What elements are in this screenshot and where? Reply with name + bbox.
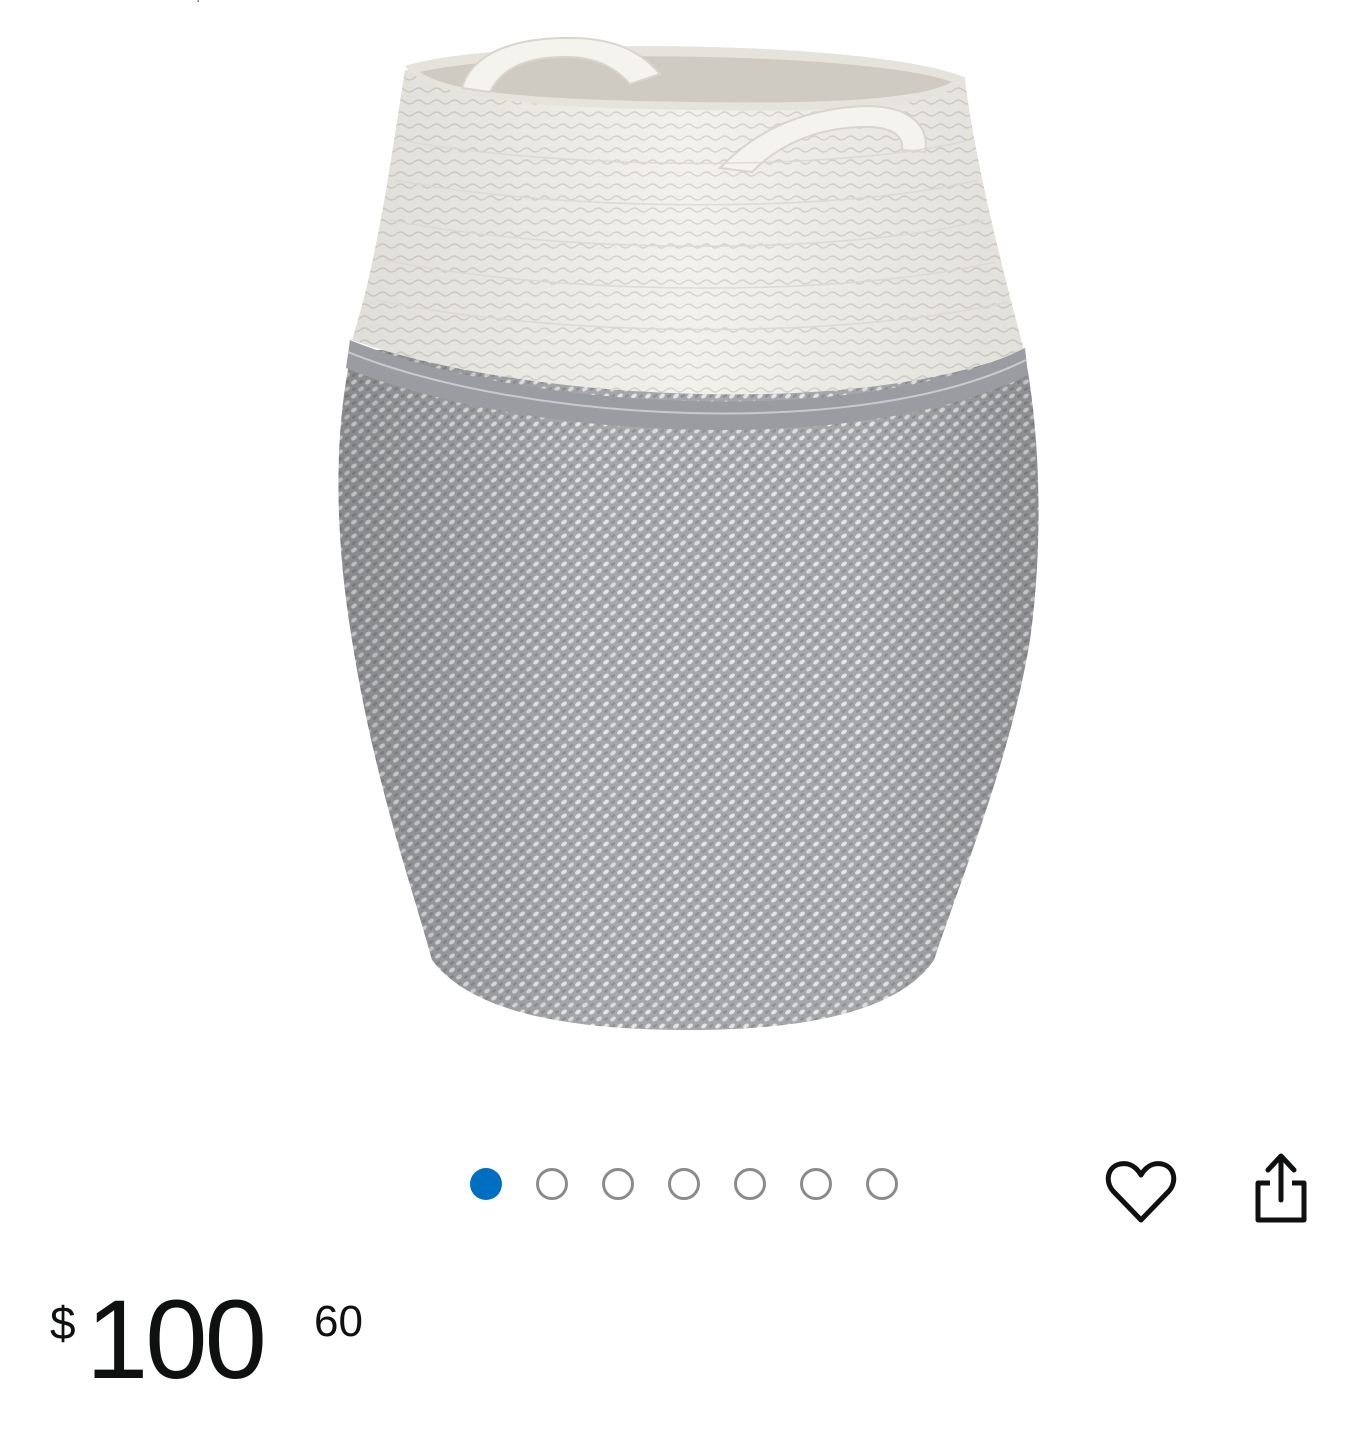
carousel-dot-2[interactable] xyxy=(536,1168,568,1200)
share-button[interactable] xyxy=(1248,1150,1314,1226)
heart-outline-icon xyxy=(1105,1161,1177,1223)
product-image[interactable] xyxy=(0,0,1372,1090)
share-icon xyxy=(1255,1153,1307,1223)
favorite-button[interactable] xyxy=(1104,1158,1178,1228)
carousel-dot-1[interactable] xyxy=(470,1168,502,1200)
carousel-dot-3[interactable] xyxy=(602,1168,634,1200)
price-fraction: 60 xyxy=(314,1297,363,1346)
price-whole: 100 xyxy=(86,1277,267,1402)
carousel-dot-7[interactable] xyxy=(866,1168,898,1200)
product-page: , xyxy=(0,0,1372,1440)
carousel-dot-4[interactable] xyxy=(668,1168,700,1200)
carousel-dot-5[interactable] xyxy=(734,1168,766,1200)
carousel-dot-6[interactable] xyxy=(800,1168,832,1200)
carousel-indicator[interactable] xyxy=(470,1168,898,1200)
price-currency-symbol: $ xyxy=(50,1297,76,1349)
